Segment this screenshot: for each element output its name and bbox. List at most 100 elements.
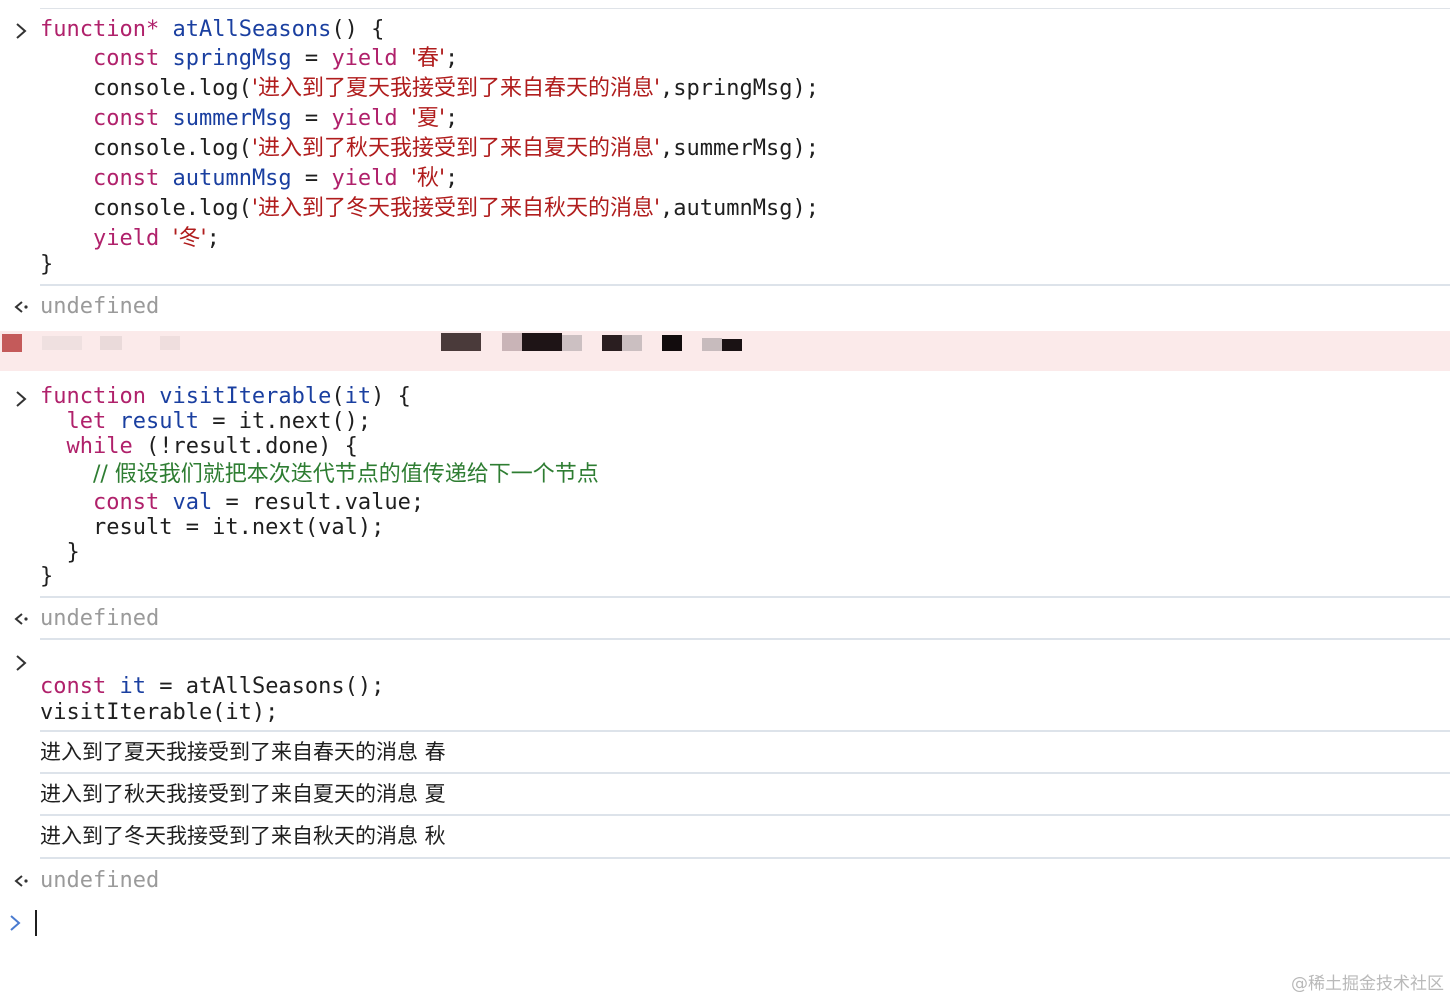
code-token-plain: = atAllSeasons(); xyxy=(145,674,385,699)
code-token-plain: ; xyxy=(445,46,459,71)
code-line: } xyxy=(40,540,80,566)
redacted-block xyxy=(522,333,562,351)
code-token-comment: // 假设我们就把本次迭代节点的值传递给下一个节点 xyxy=(92,462,599,487)
code-token-plain: ; xyxy=(206,226,220,251)
log-output-line: 进入到了冬天我接受到了来自秋天的消息 秋 xyxy=(40,824,446,848)
redacted-block xyxy=(160,336,180,350)
code-token-plain: } xyxy=(40,540,80,565)
code-token-plain: result = it.next(val); xyxy=(40,515,385,540)
code-token-kw: const xyxy=(92,490,160,515)
code-token-var: result xyxy=(119,409,199,434)
code-token-kw: function xyxy=(40,384,146,409)
code-token-var: springMsg xyxy=(172,46,292,71)
code-token-str: '春' xyxy=(410,46,446,71)
code-token-plain: (!result.done) { xyxy=(132,434,358,459)
code-token-var: it xyxy=(344,384,372,409)
code-token-plain: = xyxy=(291,106,332,131)
return-arrow-icon xyxy=(12,606,32,632)
code-token-kw: yield xyxy=(331,46,398,71)
code-line: } xyxy=(40,564,53,590)
redacted-block xyxy=(42,336,82,350)
code-token-kw: const xyxy=(92,166,160,191)
code-token-plain: ; xyxy=(445,106,459,131)
code-line: result = it.next(val); xyxy=(40,515,384,541)
code-token-var: autumnMsg xyxy=(172,166,292,191)
code-line: } xyxy=(40,252,53,278)
watermark: @稀土掘金技术社区 xyxy=(1291,974,1444,994)
error-icon xyxy=(2,334,22,352)
code-line: function* atAllSeasons() { xyxy=(40,17,384,43)
code-line: const it = atAllSeasons(); xyxy=(40,674,384,700)
code-token-str: '夏' xyxy=(410,106,446,131)
log-output-line: 进入到了夏天我接受到了来自春天的消息 春 xyxy=(40,740,446,764)
code-token-plain: = xyxy=(291,46,332,71)
code-token-plain: ,summerMsg); xyxy=(660,136,819,161)
code-line: while (!result.done) { xyxy=(40,434,358,460)
code-token-str: '冬' xyxy=(172,226,207,251)
code-token-str: '进入到了秋天我接受到了来自夏天的消息' xyxy=(251,136,661,161)
code-line: // 假设我们就把本次迭代节点的值传递给下一个节点 xyxy=(40,462,599,488)
entry-separator xyxy=(40,814,1450,816)
code-line: function visitIterable(it) { xyxy=(40,384,411,410)
code-token-plain: ,springMsg); xyxy=(660,76,819,101)
console-input-cursor[interactable] xyxy=(35,910,37,936)
code-token-kw: yield xyxy=(331,166,398,191)
return-arrow-icon xyxy=(12,868,32,894)
code-token-str: '进入到了冬天我接受到了来自秋天的消息' xyxy=(251,196,661,221)
code-token-plain: console.log( xyxy=(40,136,252,161)
code-token-plain: console.log( xyxy=(40,76,252,101)
code-token-fn: visitIterable xyxy=(159,384,332,409)
code-line: yield '冬'; xyxy=(40,226,220,252)
result-undefined: undefined xyxy=(40,294,160,319)
chevron-right-icon xyxy=(6,910,26,936)
redacted-block xyxy=(662,335,682,351)
code-line: visitIterable(it); xyxy=(40,700,278,726)
code-line: const autumnMsg = yield '秋'; xyxy=(40,166,458,192)
redacted-block xyxy=(722,339,742,351)
entry-separator xyxy=(40,638,1450,640)
code-token-plain: = xyxy=(291,166,332,191)
code-token-var: summerMsg xyxy=(172,106,292,131)
redacted-block xyxy=(702,338,722,351)
code-line: const summerMsg = yield '夏'; xyxy=(40,106,458,132)
code-token-plain: ,autumnMsg); xyxy=(660,196,819,221)
code-token-str: '秋' xyxy=(410,166,446,191)
code-line: console.log('进入到了秋天我接受到了来自夏天的消息',summerM… xyxy=(40,136,819,162)
code-token-plain: } xyxy=(40,252,54,277)
code-token-fn: atAllSeasons xyxy=(172,17,332,42)
log-output-line: 进入到了秋天我接受到了来自夏天的消息 夏 xyxy=(40,782,446,806)
code-token-kw: yield xyxy=(331,106,398,131)
code-token-kw: yield xyxy=(92,226,160,251)
code-token-plain: ( xyxy=(331,384,345,409)
redacted-block xyxy=(502,333,522,351)
code-token-kw: function* xyxy=(40,17,160,42)
code-token-plain: () { xyxy=(331,17,385,42)
entry-separator xyxy=(40,857,1450,859)
code-line: console.log('进入到了冬天我接受到了来自秋天的消息',autumnM… xyxy=(40,196,819,222)
code-token-kw: const xyxy=(40,674,107,699)
result-undefined: undefined xyxy=(40,606,160,631)
redacted-block xyxy=(622,335,642,351)
code-token-plain: = result.value; xyxy=(212,490,425,515)
code-token-plain: = it.next(); xyxy=(198,409,372,434)
result-undefined: undefined xyxy=(40,868,160,893)
code-line: let result = it.next(); xyxy=(40,409,372,435)
redacted-block xyxy=(602,335,622,351)
code-token-var: val xyxy=(172,490,213,515)
